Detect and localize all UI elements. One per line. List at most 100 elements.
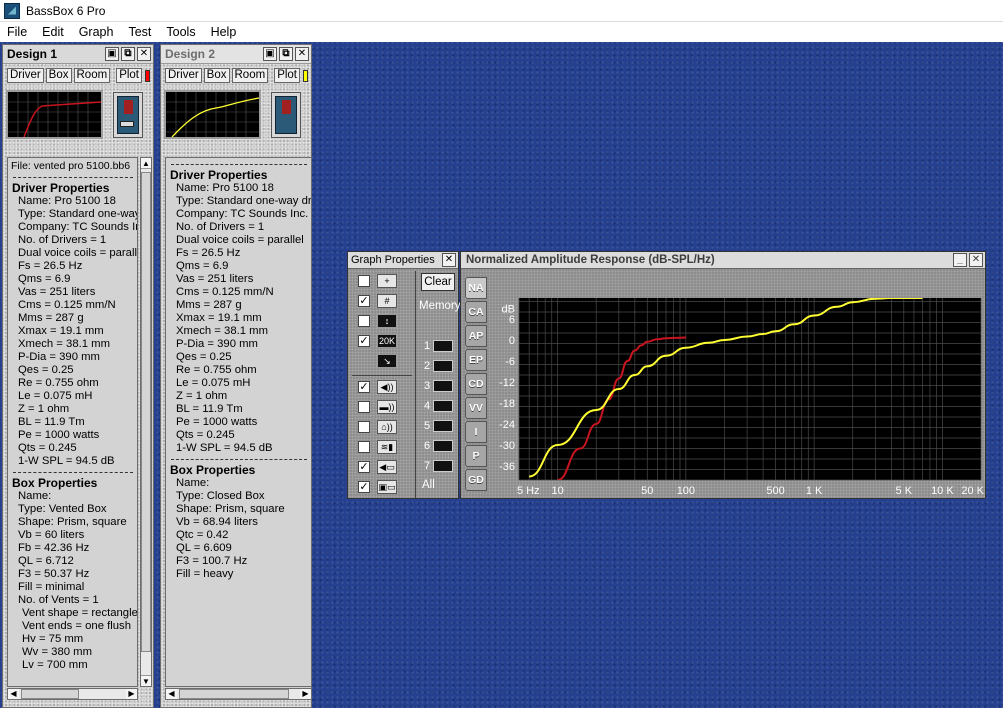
range-20k-icon[interactable]: 20K bbox=[377, 334, 397, 348]
memory-slot-box[interactable] bbox=[433, 380, 454, 392]
design-2-horizontal-scrollbar[interactable]: ◀ ▶ bbox=[165, 688, 312, 700]
driver-property: Xmax = 19.1 mm bbox=[18, 325, 104, 337]
menu-file[interactable]: File bbox=[0, 25, 35, 39]
plot-tab-button[interactable]: Plot bbox=[116, 68, 143, 83]
x-tick-label: 20 K bbox=[961, 485, 984, 497]
room-tab-button[interactable]: Room bbox=[231, 68, 269, 83]
design-1-horizontal-scrollbar[interactable]: ◀ ▶ bbox=[7, 688, 138, 700]
memory-slot[interactable]: 1 bbox=[424, 338, 454, 354]
scroll-left-arrow-icon[interactable]: ◀ bbox=[8, 689, 19, 699]
graph-option-checkbox[interactable]: ✓ bbox=[358, 461, 370, 473]
graph-option-checkbox[interactable]: ✓ bbox=[358, 335, 370, 347]
driver-property: Company: TC Sounds Inc bbox=[18, 221, 138, 233]
graph-option-checkbox[interactable] bbox=[358, 441, 370, 453]
graph-option-checkbox[interactable]: ✓ bbox=[358, 481, 370, 493]
scroll-thumb[interactable] bbox=[179, 689, 289, 699]
driver-tab-button[interactable]: Driver bbox=[165, 68, 202, 83]
scale-arrows-icon[interactable]: ↕ bbox=[377, 314, 397, 328]
scroll-thumb[interactable] bbox=[21, 689, 79, 699]
plot-tab-button[interactable]: Plot bbox=[274, 68, 301, 83]
room-tab-button[interactable]: Room bbox=[73, 68, 111, 83]
x-tick-label: 5 K bbox=[896, 485, 913, 497]
plot-color-swatch[interactable] bbox=[145, 69, 150, 82]
memory-slot[interactable]: 7 bbox=[424, 458, 454, 474]
sub-output-icon[interactable]: ▣▭ bbox=[377, 480, 397, 494]
filter-icon[interactable]: ≋▮ bbox=[377, 440, 397, 454]
box-response-icon[interactable]: ▬)) bbox=[377, 400, 397, 414]
graph-option-checkbox[interactable] bbox=[358, 421, 370, 433]
room-response-icon[interactable]: ⌂)) bbox=[377, 420, 397, 434]
menu-test[interactable]: Test bbox=[121, 25, 159, 39]
memory-slot-box[interactable] bbox=[433, 400, 454, 412]
box-tab-button[interactable]: Box bbox=[203, 68, 230, 83]
design-1-vertical-scrollbar[interactable]: ▲ ▼ bbox=[140, 157, 152, 687]
close-icon[interactable]: ✕ bbox=[442, 253, 456, 267]
minimize-icon[interactable]: _ bbox=[953, 253, 967, 267]
driver-properties-heading: Driver Properties bbox=[170, 168, 268, 182]
graph-option-checkbox[interactable] bbox=[358, 401, 370, 413]
design-2-response-thumbnail[interactable] bbox=[164, 90, 261, 139]
box-tab-button[interactable]: Box bbox=[45, 68, 72, 83]
menu-edit[interactable]: Edit bbox=[35, 25, 72, 39]
export-icon[interactable]: ↘ bbox=[377, 354, 397, 368]
save-icon[interactable]: ▣ bbox=[105, 47, 119, 61]
graph-option-checkbox[interactable] bbox=[358, 275, 370, 287]
memory-all-button[interactable]: All bbox=[422, 479, 435, 491]
memory-slot-box[interactable] bbox=[433, 360, 454, 372]
close-icon[interactable]: ✕ bbox=[295, 47, 309, 61]
copy-icon[interactable]: ⧉ bbox=[121, 47, 135, 61]
driver-property: Le = 0.075 mH bbox=[176, 377, 251, 389]
scroll-right-arrow-icon[interactable]: ▶ bbox=[126, 689, 137, 699]
vent-property: Hv = 75 mm bbox=[22, 633, 84, 645]
scroll-left-arrow-icon[interactable]: ◀ bbox=[166, 689, 177, 699]
design-1-response-thumbnail[interactable] bbox=[6, 90, 103, 139]
amplitude-response-chart[interactable]: dB60-6-12-18-24-30-365 Hz 10 50 100 500 1 K5 … bbox=[461, 269, 987, 499]
y-tick-label: -36 bbox=[499, 461, 515, 473]
speaker-output-icon[interactable]: ◀▭ bbox=[377, 460, 397, 474]
vented-box-thumbnail[interactable] bbox=[113, 92, 143, 138]
memory-label: Memory bbox=[419, 300, 461, 312]
design-2-titlebar: Design 2 ▣ ⧉ ✕ bbox=[161, 45, 311, 64]
graph-option-checkbox[interactable]: ✓ bbox=[358, 381, 370, 393]
grid-icon[interactable]: # bbox=[377, 294, 397, 308]
memory-slot[interactable]: 2 bbox=[424, 358, 454, 374]
speaker-response-icon[interactable]: ◀)) bbox=[377, 380, 397, 394]
menu-graph[interactable]: Graph bbox=[72, 25, 122, 39]
memory-slot[interactable]: 5 bbox=[424, 418, 454, 434]
close-icon[interactable]: ✕ bbox=[137, 47, 151, 61]
save-icon[interactable]: ▣ bbox=[263, 47, 277, 61]
graph-option-checkbox[interactable] bbox=[358, 315, 370, 327]
memory-slot-box[interactable] bbox=[433, 440, 454, 452]
memory-slot-box[interactable] bbox=[433, 460, 454, 472]
copy-icon[interactable]: ⧉ bbox=[279, 47, 293, 61]
scroll-thumb[interactable] bbox=[141, 172, 151, 652]
driver-property: P-Dia = 390 mm bbox=[18, 351, 100, 363]
design-2-panel: Design 2 ▣ ⧉ ✕ Driver Box Room Plot Driv… bbox=[160, 44, 312, 708]
graph-titlebar: Normalized Amplitude Response (dB-SPL/Hz… bbox=[461, 252, 985, 269]
memory-slot-box[interactable] bbox=[433, 340, 454, 352]
memory-slot[interactable]: 4 bbox=[424, 398, 454, 414]
driver-tab-button[interactable]: Driver bbox=[7, 68, 44, 83]
graph-option-checkbox[interactable]: ✓ bbox=[358, 295, 370, 307]
driver-property: Vas = 251 liters bbox=[18, 286, 96, 298]
memory-slot-box[interactable] bbox=[433, 420, 454, 432]
close-icon[interactable]: ✕ bbox=[969, 253, 983, 267]
divider bbox=[171, 459, 307, 460]
driver-property: Xmax = 19.1 mm bbox=[176, 312, 262, 324]
plot-color-swatch[interactable] bbox=[303, 69, 308, 82]
vent-property: Wv = 380 mm bbox=[22, 646, 92, 658]
menu-help[interactable]: Help bbox=[204, 25, 245, 39]
driver-property: Pe = 1000 watts bbox=[18, 429, 100, 441]
graph-title: Normalized Amplitude Response (dB-SPL/Hz… bbox=[466, 254, 715, 266]
closed-box-thumbnail[interactable] bbox=[271, 92, 301, 138]
menubar: File Edit Graph Test Tools Help bbox=[0, 22, 1003, 42]
scroll-up-arrow-icon[interactable]: ▲ bbox=[141, 158, 151, 169]
scroll-down-arrow-icon[interactable]: ▼ bbox=[141, 675, 151, 686]
memory-slot[interactable]: 3 bbox=[424, 378, 454, 394]
scroll-right-arrow-icon[interactable]: ▶ bbox=[300, 689, 311, 699]
memory-slot[interactable]: 6 bbox=[424, 438, 454, 454]
menu-tools[interactable]: Tools bbox=[159, 25, 203, 39]
y-tick-label: -6 bbox=[505, 356, 515, 368]
crosshair-icon[interactable]: + bbox=[377, 274, 397, 288]
clear-button[interactable]: Clear bbox=[421, 273, 455, 291]
